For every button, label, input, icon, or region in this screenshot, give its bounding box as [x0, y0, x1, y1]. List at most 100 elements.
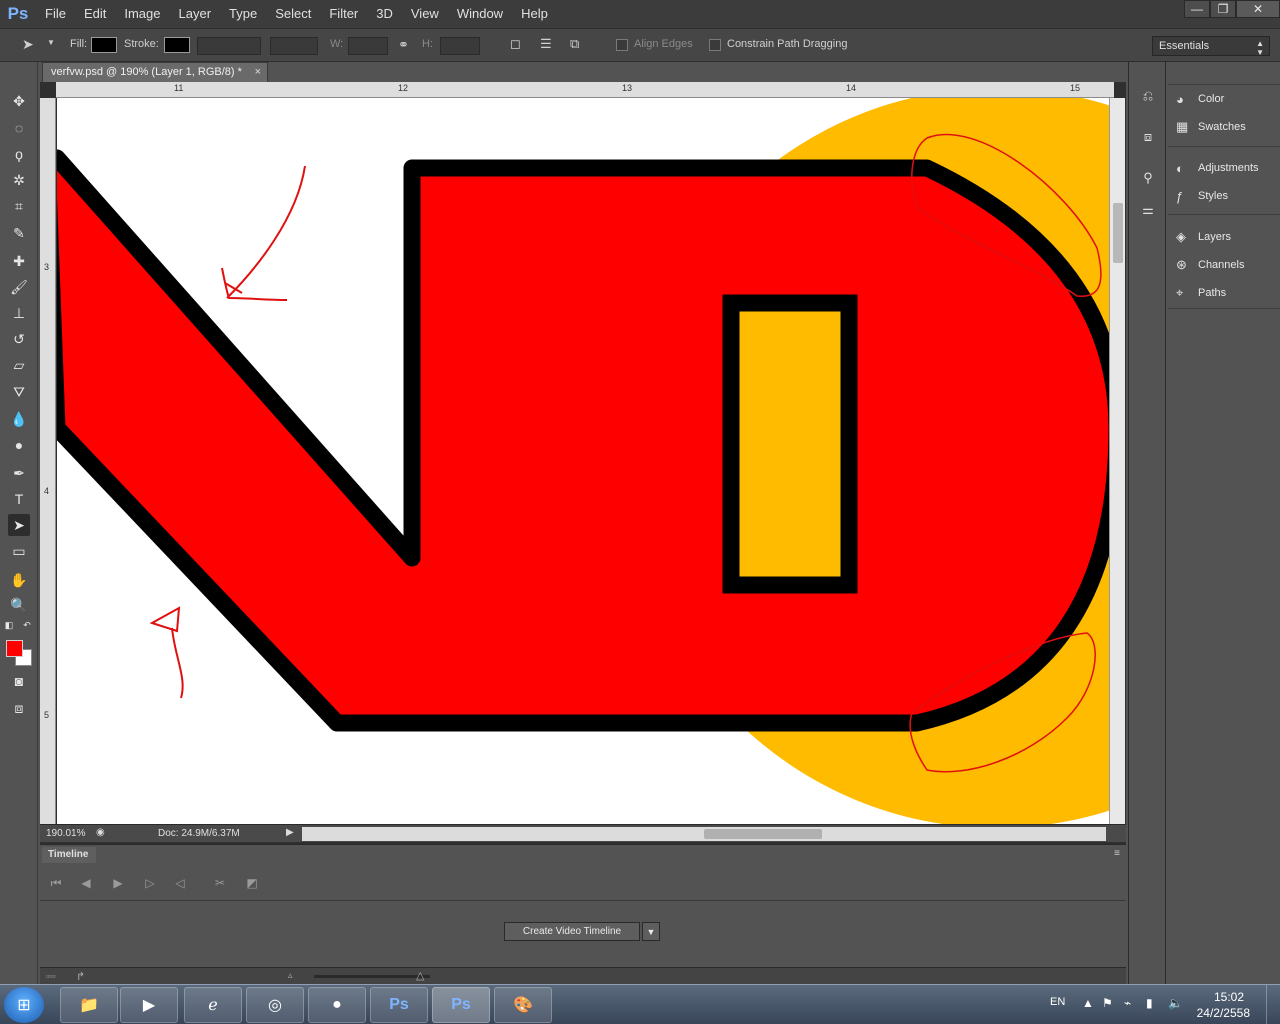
- marquee-tool-icon[interactable]: ◌: [8, 117, 30, 139]
- horizontal-scrollbar-thumb[interactable]: [704, 829, 822, 839]
- language-indicator[interactable]: EN: [1050, 996, 1065, 1008]
- clone-stamp-tool-icon[interactable]: ⊥: [8, 302, 30, 324]
- status-info-icon[interactable]: ◉: [96, 827, 105, 838]
- path-alignment-icon[interactable]: ☰: [540, 36, 552, 52]
- taskbar-media-player[interactable]: ▶: [120, 987, 178, 1023]
- volume-icon[interactable]: 🔈: [1168, 996, 1183, 1010]
- tool-preset-chevron-icon[interactable]: ▼: [47, 38, 55, 47]
- move-tool-icon[interactable]: ✥: [8, 90, 30, 112]
- show-desktop-button[interactable]: [1266, 985, 1280, 1024]
- crop-tool-icon[interactable]: ⌗: [8, 195, 30, 217]
- blur-tool-icon[interactable]: 💧: [8, 408, 30, 430]
- panel-channels[interactable]: ⊛ Channels: [1176, 254, 1244, 276]
- menu-window[interactable]: Window: [448, 0, 512, 28]
- quick-mask-icon[interactable]: ◙: [8, 670, 30, 692]
- brush-tool-icon[interactable]: 🖌: [8, 276, 30, 298]
- paint-bucket-tool-icon[interactable]: ⛛: [8, 381, 30, 403]
- dodge-tool-icon[interactable]: ●: [8, 434, 30, 456]
- path-selection-tool-icon[interactable]: ➤: [8, 514, 30, 536]
- menu-type[interactable]: Type: [220, 0, 266, 28]
- close-button[interactable]: ✕: [1236, 0, 1280, 18]
- taskbar-photoshop-2[interactable]: Ps: [432, 987, 490, 1023]
- panel-swatches[interactable]: ▦ Swatches: [1176, 116, 1246, 138]
- width-field[interactable]: [348, 37, 388, 55]
- type-tool-icon[interactable]: T: [8, 488, 30, 510]
- height-field[interactable]: [440, 37, 480, 55]
- play-icon[interactable]: ▶: [108, 873, 128, 893]
- swap-colors-icon[interactable]: ↶: [20, 618, 34, 632]
- document-close-icon[interactable]: ×: [255, 66, 261, 78]
- screen-mode-icon[interactable]: ⧈: [8, 697, 30, 719]
- default-colors-icon[interactable]: ◧: [2, 618, 16, 632]
- zoom-out-timeline-icon[interactable]: ▵: [288, 970, 293, 981]
- previous-frame-icon[interactable]: ◀: [76, 873, 96, 893]
- stroke-width-field[interactable]: [197, 37, 261, 55]
- panel-paths[interactable]: ⌖ Paths: [1176, 282, 1226, 304]
- network-signal-icon[interactable]: ▮: [1146, 996, 1153, 1010]
- eraser-tool-icon[interactable]: ▱: [8, 354, 30, 376]
- usb-icon[interactable]: ⌁: [1124, 996, 1131, 1010]
- brush-panel-icon[interactable]: ⚲: [1138, 168, 1158, 188]
- menu-file[interactable]: File: [36, 0, 75, 28]
- path-arrangement-icon[interactable]: ⧉: [570, 36, 579, 52]
- menu-edit[interactable]: Edit: [75, 0, 115, 28]
- stroke-swatch[interactable]: [164, 37, 190, 53]
- action-center-flag-icon[interactable]: ⚑: [1102, 996, 1113, 1010]
- path-operations-icon[interactable]: ◻: [510, 36, 521, 52]
- minimize-button[interactable]: —: [1184, 0, 1210, 18]
- history-panel-icon[interactable]: ⎌: [1138, 86, 1158, 106]
- horizontal-scrollbar[interactable]: [302, 827, 1106, 841]
- render-video-icon[interactable]: ↱: [76, 970, 85, 983]
- document-tab[interactable]: verfvw.psd @ 190% (Layer 1, RGB/8) * ×: [42, 62, 268, 82]
- tool-presets-icon[interactable]: ⚌: [1138, 200, 1158, 220]
- menu-3d[interactable]: 3D: [367, 0, 402, 28]
- menu-image[interactable]: Image: [115, 0, 169, 28]
- zoom-tool-icon[interactable]: 🔍: [8, 594, 30, 616]
- show-hidden-icons-icon[interactable]: ▲: [1082, 996, 1094, 1010]
- taskbar-internet-explorer[interactable]: ℯ: [184, 987, 242, 1023]
- canvas[interactable]: [57, 98, 1109, 824]
- rectangle-tool-icon[interactable]: ▭: [8, 540, 30, 562]
- restore-button[interactable]: ❐: [1210, 0, 1236, 18]
- ruler-vertical[interactable]: 3 4 5: [40, 98, 56, 824]
- clock-time[interactable]: 15:02: [1214, 990, 1244, 1004]
- panel-color[interactable]: ◕ Color: [1176, 88, 1224, 110]
- zoom-level[interactable]: 190.01%: [46, 828, 85, 839]
- timeline-tab[interactable]: Timeline: [42, 847, 96, 863]
- next-frame-icon[interactable]: ▷: [140, 873, 160, 893]
- transition-icon[interactable]: ◩: [242, 873, 262, 893]
- lasso-tool-icon[interactable]: ϙ: [8, 143, 30, 165]
- split-at-playhead-icon[interactable]: ✂: [210, 873, 230, 893]
- stroke-type-dropdown[interactable]: [270, 37, 318, 55]
- eyedropper-tool-icon[interactable]: ✎: [8, 222, 30, 244]
- audio-icon[interactable]: ◁: [170, 873, 190, 893]
- history-brush-tool-icon[interactable]: ↺: [8, 328, 30, 350]
- vertical-scrollbar-thumb[interactable]: [1113, 203, 1123, 263]
- menu-view[interactable]: View: [402, 0, 448, 28]
- status-menu-arrow-icon[interactable]: ▶: [286, 827, 294, 838]
- pen-tool-icon[interactable]: ✒: [8, 462, 30, 484]
- taskbar-paint[interactable]: 🎨: [494, 987, 552, 1023]
- create-video-timeline-button[interactable]: Create Video Timeline: [504, 922, 640, 941]
- taskbar-explorer[interactable]: 📁: [60, 987, 118, 1023]
- convert-frame-icon[interactable]: ▫▫▫: [46, 971, 56, 981]
- timeline-zoom-slider[interactable]: [314, 975, 430, 978]
- taskbar-app[interactable]: ●: [308, 987, 366, 1023]
- healing-brush-tool-icon[interactable]: ✚: [8, 250, 30, 272]
- ruler-horizontal[interactable]: 11 12 13 14 15: [56, 82, 1114, 98]
- menu-help[interactable]: Help: [512, 0, 557, 28]
- timeline-menu-icon[interactable]: ≡: [1114, 848, 1120, 859]
- menu-filter[interactable]: Filter: [320, 0, 367, 28]
- panel-layers[interactable]: ◈ Layers: [1176, 226, 1231, 248]
- panel-adjustments[interactable]: ◐ Adjustments: [1176, 157, 1259, 179]
- magic-wand-tool-icon[interactable]: ✲: [8, 169, 30, 191]
- constrain-path-checkbox[interactable]: [709, 39, 721, 51]
- hand-tool-icon[interactable]: ✋: [8, 569, 30, 591]
- clock-date[interactable]: 24/2/2558: [1197, 1006, 1250, 1020]
- taskbar-chrome[interactable]: ◎: [246, 987, 304, 1023]
- properties-panel-icon[interactable]: ⧈: [1138, 127, 1158, 147]
- menu-select[interactable]: Select: [266, 0, 320, 28]
- align-edges-checkbox[interactable]: [616, 39, 628, 51]
- go-to-first-frame-icon[interactable]: ⏮: [46, 873, 66, 893]
- foreground-color-swatch[interactable]: [6, 640, 23, 657]
